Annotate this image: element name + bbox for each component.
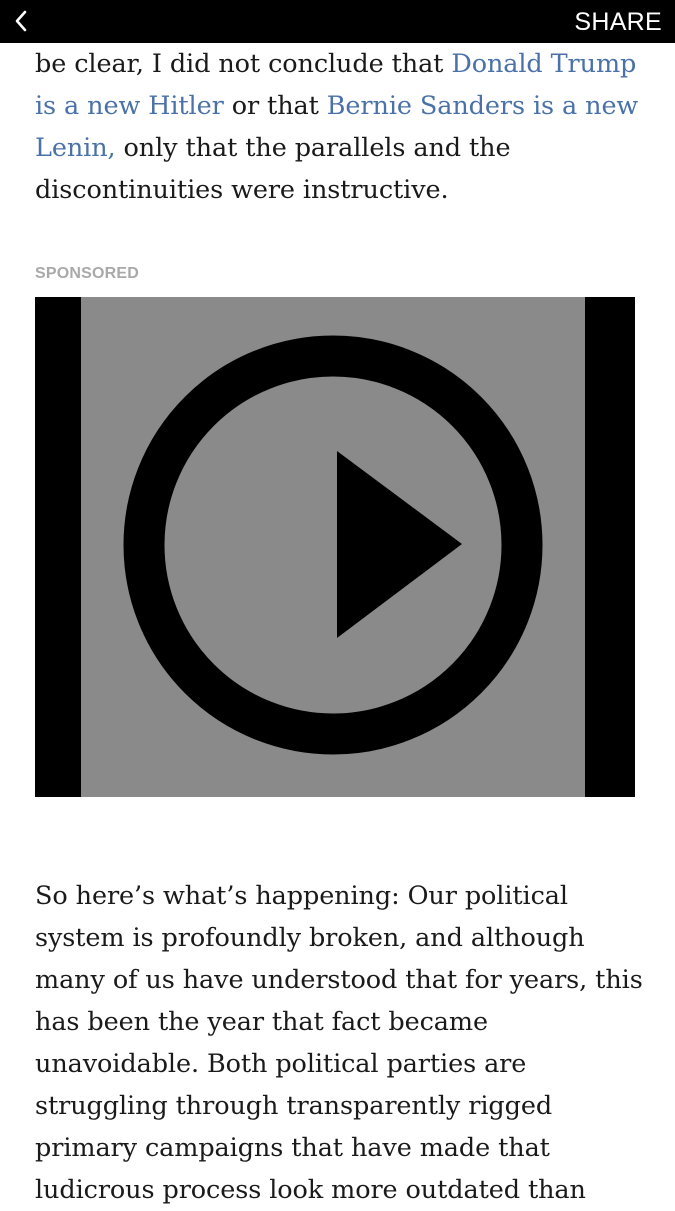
chevron-left-icon: [15, 10, 27, 32]
paragraph-text: or that: [223, 91, 327, 121]
sponsored-label: SPONSORED: [35, 265, 140, 282]
article-paragraph: So here’s what’s happening: Our politica…: [35, 881, 643, 1205]
top-bar: SHARE: [0, 0, 675, 43]
article-paragraph: be clear, I did not conclude that Donald…: [35, 43, 645, 211]
play-circle-icon[interactable]: [81, 297, 585, 797]
share-button[interactable]: SHARE: [574, 0, 662, 43]
paragraph-text: be clear, I did not conclude that: [35, 49, 452, 79]
sponsored-video-player[interactable]: [35, 297, 635, 797]
video-screen[interactable]: [81, 297, 585, 797]
back-button[interactable]: [6, 6, 36, 36]
